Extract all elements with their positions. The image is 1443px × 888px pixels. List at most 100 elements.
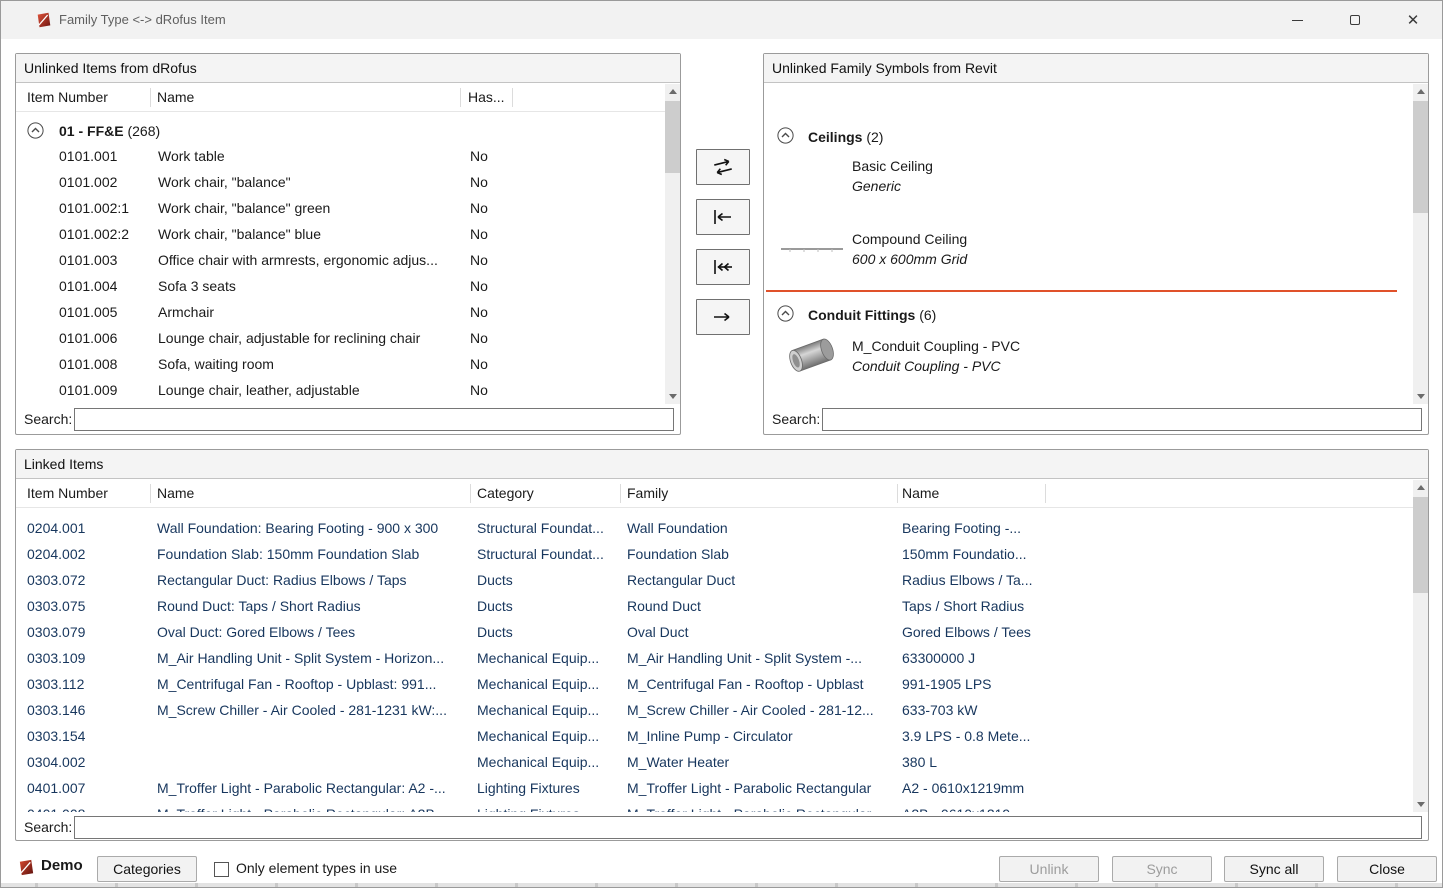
- chevron-up-circle-icon[interactable]: [777, 305, 794, 322]
- symbol-name: Basic Ceiling: [852, 156, 933, 176]
- drofus-search-input[interactable]: [74, 408, 674, 431]
- drofus-scrollbar[interactable]: [665, 84, 680, 404]
- maximize-button[interactable]: [1326, 1, 1384, 39]
- drofus-logo-icon: [35, 11, 53, 29]
- close-button[interactable]: Close: [1337, 856, 1437, 882]
- only-element-types-checkbox[interactable]: [214, 862, 229, 877]
- table-row[interactable]: 0101.002Work chair, "balance"No: [16, 170, 665, 196]
- tree-group-ceilings[interactable]: Ceilings (2): [764, 124, 1413, 150]
- scrollbar-thumb[interactable]: [665, 101, 680, 173]
- table-row[interactable]: 0101.002:1Work chair, "balance" greenNo: [16, 196, 665, 222]
- table-row[interactable]: 0401.008M_Troffer Light - Parabolic Rect…: [16, 802, 1413, 812]
- minimize-button[interactable]: [1268, 1, 1326, 39]
- table-row[interactable]: 0303.154Mechanical Equip...M_Inline Pump…: [16, 724, 1413, 750]
- column-header-family[interactable]: Family: [627, 480, 668, 507]
- scroll-down-icon[interactable]: [1413, 389, 1428, 404]
- linked-table-header: Item Number Name Category Family Name: [16, 480, 1413, 508]
- column-header-category[interactable]: Category: [477, 480, 534, 507]
- group-row-ffe[interactable]: 01 - FF&E (268): [16, 118, 665, 146]
- table-row[interactable]: 0101.008Sofa, waiting roomNo: [16, 352, 665, 378]
- table-row[interactable]: 0101.002:2Work chair, "balance" blueNo: [16, 222, 665, 248]
- cell-name: Wall Foundation: Bearing Footing - 900 x…: [157, 516, 467, 541]
- panel-title-unlinked-drofus: Unlinked Items from dRofus: [16, 54, 680, 83]
- cell-family: M_Water Heater: [627, 750, 895, 775]
- column-separator: [470, 484, 471, 503]
- table-row[interactable]: 0401.007 M_Troffer Light - Parabolic Rect…: [16, 776, 1413, 802]
- cell-item-number: 0303.072: [27, 568, 149, 593]
- scroll-down-icon[interactable]: [665, 389, 680, 404]
- cell-category: Mechanical Equip...: [477, 724, 619, 749]
- panel-unlinked-revit: Unlinked Family Symbols from Revit Ceili…: [763, 53, 1429, 435]
- cell-type-name: Taps / Short Radius: [902, 594, 1052, 619]
- table-row[interactable]: 0101.009Lounge chair, leather, adjustabl…: [16, 378, 665, 404]
- cell-category: Lighting Fixtures: [477, 802, 619, 812]
- column-header-item-number[interactable]: Item Number: [27, 84, 108, 111]
- column-separator: [460, 88, 461, 107]
- column-header-item-number[interactable]: Item Number: [27, 480, 108, 507]
- table-row[interactable]: 0304.002Mechanical Equip...M_Water Heate…: [16, 750, 1413, 776]
- window-title: Family Type <-> dRofus Item: [59, 1, 226, 39]
- column-header-name[interactable]: Name: [157, 84, 194, 111]
- revit-search-input[interactable]: [822, 408, 1422, 431]
- table-row[interactable]: 0101.006Lounge chair, adjustable for rec…: [16, 326, 665, 352]
- cell-name: Rectangular Duct: Radius Elbows / Taps: [157, 568, 467, 593]
- column-header-has[interactable]: Has...: [468, 84, 505, 111]
- table-row[interactable]: 0204.002Foundation Slab: 150mm Foundatio…: [16, 542, 1413, 568]
- titlebar[interactable]: Family Type <-> dRofus Item ✕: [1, 1, 1442, 39]
- cell-name: Sofa, waiting room: [158, 352, 462, 377]
- linked-scrollbar[interactable]: [1413, 480, 1428, 812]
- cell-family: M_Troffer Light - Parabolic Rectangular: [627, 776, 895, 801]
- move-all-left-button[interactable]: [696, 249, 750, 285]
- symbol-type: Conduit Coupling - PVC: [852, 356, 1001, 376]
- drofus-logo-icon: [17, 858, 36, 877]
- chevron-up-circle-icon[interactable]: [27, 122, 44, 139]
- table-row[interactable]: 0303.072 Rectangular Duct: Radius Elbows …: [16, 568, 1413, 594]
- cell-item-number: 0401.007: [27, 776, 149, 801]
- sync-all-button[interactable]: Sync all: [1224, 856, 1324, 882]
- scroll-up-icon[interactable]: [665, 84, 680, 99]
- column-separator: [150, 484, 151, 503]
- cell-name: Office chair with armrests, ergonomic ad…: [158, 248, 462, 273]
- table-row[interactable]: 0101.003Office chair with armrests, ergo…: [16, 248, 665, 274]
- close-icon: ✕: [1407, 11, 1420, 29]
- cell-category: Structural Foundat...: [477, 516, 619, 541]
- revit-scrollbar[interactable]: [1413, 84, 1428, 404]
- cell-item-number: 0101.002:1: [59, 196, 155, 221]
- cell-name: Lounge chair, adjustable for reclining c…: [158, 326, 462, 351]
- table-row[interactable]: 0303.112M_Centrifugal Fan - Rooftop - Up…: [16, 672, 1413, 698]
- scrollbar-thumb[interactable]: [1413, 497, 1428, 593]
- cell-item-number: 0303.112: [27, 672, 149, 697]
- table-row[interactable]: 0303.075Round Duct: Taps / Short RadiusD…: [16, 594, 1413, 620]
- linked-search-row: Search:: [16, 814, 1428, 840]
- column-header-name[interactable]: Name: [157, 480, 194, 507]
- table-row[interactable]: 0303.109M_Air Handling Unit - Split Syst…: [16, 646, 1413, 672]
- move-left-button[interactable]: [696, 199, 750, 235]
- cell-category: Lighting Fixtures: [477, 776, 619, 801]
- table-row[interactable]: 0303.146M_Screw Chiller - Air Cooled - 2…: [16, 698, 1413, 724]
- sync-button[interactable]: Sync: [1112, 856, 1212, 882]
- cell-has: No: [470, 300, 520, 325]
- table-row[interactable]: 0101.004Sofa 3 seatsNo: [16, 274, 665, 300]
- close-window-button[interactable]: ✕: [1384, 1, 1442, 39]
- unlink-button[interactable]: Unlink: [999, 856, 1099, 882]
- scroll-up-icon[interactable]: [1413, 84, 1428, 99]
- table-row[interactable]: 0303.079Oval Duct: Gored Elbows / TeesDu…: [16, 620, 1413, 646]
- only-element-types-label[interactable]: Only element types in use: [236, 860, 397, 876]
- scroll-up-icon[interactable]: [1413, 480, 1428, 495]
- table-row[interactable]: 0101.001Work tableNo: [16, 144, 665, 170]
- move-right-button[interactable]: [696, 299, 750, 335]
- categories-button[interactable]: Categories: [97, 856, 197, 882]
- cell-family: Foundation Slab: [627, 542, 895, 567]
- conduit-coupling-cylinder-thumbnail: [782, 330, 842, 383]
- link-swap-button[interactable]: [696, 149, 750, 185]
- tree-group-conduit-fittings[interactable]: Conduit Fittings (6): [764, 302, 1413, 328]
- linked-search-input[interactable]: [74, 816, 1422, 839]
- table-row[interactable]: 0204.001Wall Foundation: Bearing Footing…: [16, 516, 1413, 542]
- chevron-up-circle-icon[interactable]: [777, 127, 794, 144]
- scrollbar-thumb[interactable]: [1413, 101, 1428, 213]
- scroll-down-icon[interactable]: [1413, 797, 1428, 812]
- table-row[interactable]: 0101.005ArmchairNo: [16, 300, 665, 326]
- cell-item-number: 0101.009: [59, 378, 155, 403]
- cell-item-number: 0304.002: [27, 750, 149, 775]
- column-header-type-name[interactable]: Name: [902, 480, 939, 507]
